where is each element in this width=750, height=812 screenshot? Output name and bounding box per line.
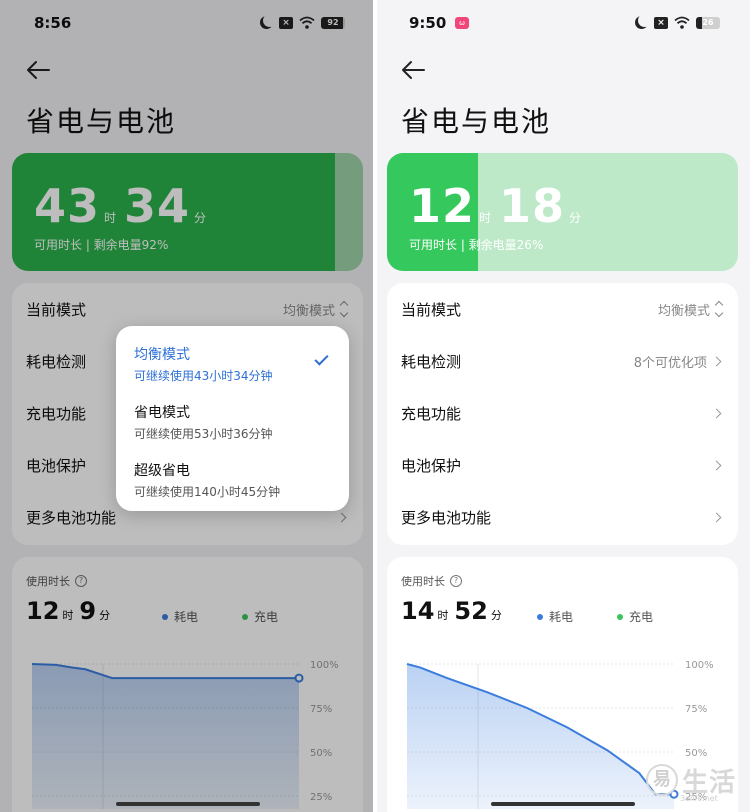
battery-subtitle: 可用时长 | 剩余电量26% (409, 238, 544, 252)
watermark-url: 3elife.net (680, 794, 718, 803)
status-time: 9:50 (409, 14, 447, 32)
row-value: 均衡模式 (657, 303, 710, 319)
help-icon[interactable]: ? (450, 575, 462, 587)
home-indicator[interactable] (116, 802, 260, 806)
usage-minutes: 52 (454, 597, 488, 625)
remaining-hours: 12 (409, 179, 476, 233)
usage-time: 14 时 52 分 (401, 597, 508, 625)
settings-list: 当前模式 均衡模式 耗电检测 8个可优化项 充电功能 电池保护 更多电池功能 (387, 283, 738, 545)
remaining-time: 12 时 18 分 (409, 179, 589, 233)
row-battery-protection[interactable]: 电池保护 (387, 439, 738, 491)
mode-name: 超级省电 (134, 463, 190, 479)
row-label: 更多电池功能 (401, 508, 492, 527)
mode-name: 省电模式 (134, 405, 190, 421)
legend-drain: 耗电 (537, 608, 573, 625)
watermark-logo-icon: 易 (646, 764, 678, 796)
hour-unit: 时 (437, 609, 449, 622)
legend-label: 充电 (629, 610, 654, 624)
row-more-battery[interactable]: 更多电池功能 (387, 491, 738, 543)
usage-title-text: 使用时长 (401, 575, 445, 588)
usage-hours: 14 (401, 597, 435, 625)
mode-selector-popup: 均衡模式 可继续使用43小时34分钟 省电模式 可继续使用53小时36分钟 超级… (116, 326, 349, 511)
moon-icon (638, 14, 651, 27)
status-icons: × 26 (635, 16, 720, 29)
mode-desc: 可继续使用53小时36分钟 (134, 427, 273, 441)
mode-option-power-saving[interactable]: 省电模式 可继续使用53小时36分钟 (134, 402, 334, 442)
row-power-detection[interactable]: 耗电检测 8个可优化项 (387, 335, 738, 387)
home-indicator[interactable] (491, 802, 635, 806)
status-bar: 9:50 ω × 26 (375, 0, 750, 48)
mode-desc: 可继续使用43小时34分钟 (134, 369, 273, 383)
minute-unit: 分 (490, 609, 502, 622)
mode-option-super-saving[interactable]: 超级省电 可继续使用140小时45分钟 (134, 460, 334, 500)
mute-icon: × (654, 16, 668, 29)
notification-app-icon: ω (455, 17, 469, 29)
usage-title: 使用时长 ? (401, 573, 462, 589)
row-current-mode[interactable]: 当前模式 均衡模式 (387, 283, 738, 335)
mode-option-balanced[interactable]: 均衡模式 可继续使用43小时34分钟 (134, 344, 334, 384)
legend-label: 耗电 (549, 610, 574, 624)
y-tick-label: 75% (685, 704, 707, 715)
left-screen: 8:56 × 92 省电与电池 43 时 34 分 可用时长 | 剩余电量92%… (0, 0, 375, 812)
legend-dot-charge (617, 613, 623, 620)
row-label: 充电功能 (401, 404, 462, 423)
wifi-icon (674, 16, 690, 29)
battery-area (407, 664, 674, 809)
up-down-icon (714, 300, 724, 318)
mode-desc: 可继续使用140小时45分钟 (134, 485, 281, 499)
chevron-right-icon (711, 512, 722, 522)
minute-unit: 分 (569, 211, 582, 225)
site-watermark: 易 生活 3elife.net (646, 764, 750, 804)
y-tick-label: 50% (685, 748, 707, 759)
row-label: 当前模式 (401, 300, 462, 319)
legend-charge: 充电 (617, 608, 653, 625)
chevron-right-icon (711, 408, 722, 418)
y-tick-label: 100% (685, 660, 714, 671)
legend-dot-drain (537, 613, 543, 620)
row-label: 耗电检测 (401, 352, 462, 371)
row-label: 电池保护 (401, 456, 462, 475)
page-title: 省电与电池 (401, 105, 552, 138)
row-value: 8个可优化项 (633, 355, 707, 371)
back-arrow-icon[interactable] (399, 58, 427, 82)
battery-summary-card: 12 时 18 分 可用时长 | 剩余电量26% (387, 153, 738, 271)
battery-icon: 26 (696, 16, 720, 29)
hour-unit: 时 (479, 211, 492, 225)
right-screen: 9:50 ω × 26 省电与电池 12 时 18 分 可用时长 | 剩余电量2… (375, 0, 750, 812)
mode-name: 均衡模式 (134, 347, 190, 363)
remaining-minutes: 18 (499, 179, 566, 233)
chevron-right-icon (711, 460, 722, 470)
screen-divider (373, 0, 377, 812)
row-charging[interactable]: 充电功能 (387, 387, 738, 439)
battery-percent: 26 (702, 17, 714, 27)
chevron-right-icon (711, 356, 722, 366)
